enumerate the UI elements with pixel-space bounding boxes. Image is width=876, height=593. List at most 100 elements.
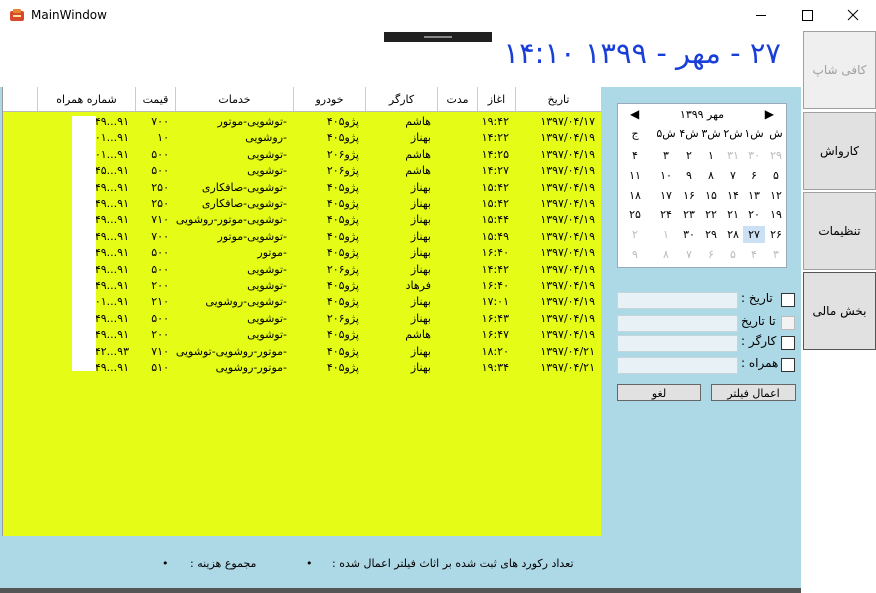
calendar-day[interactable]: ۹ [624,246,646,263]
cell-duration[interactable] [437,261,477,278]
phone-filter-checkbox[interactable] [781,358,795,372]
cell-date[interactable]: ۱۳۹۷/۰۴/۱۹ [515,228,601,245]
cell-car[interactable]: پژو۴۰۵ [293,293,365,310]
calendar-day[interactable]: ۱۱ [624,167,646,184]
cell-date[interactable]: ۱۳۹۷/۰۴/۱۹ [515,211,601,228]
cell-price[interactable]: ۲۵۰ [135,179,175,196]
to-date-filter-checkbox[interactable] [781,316,795,330]
cell-start[interactable]: ۱۴:۲۷ [477,162,515,179]
cell-duration[interactable] [437,195,477,212]
cell-duration[interactable] [437,244,477,261]
phone-filter-input[interactable] [617,357,738,374]
cell-worker[interactable]: بهناز [365,359,437,376]
cell-price[interactable]: ۱۰ [135,129,175,146]
date-filter-input[interactable] [617,292,738,309]
cell-car[interactable]: پژو۴۰۵ [293,129,365,146]
cell-price[interactable]: ۲۵۰ [135,195,175,212]
cell-services[interactable]: -توشویی [175,277,293,294]
cell-car[interactable]: پژو۴۰۵ [293,326,365,343]
apply-filter-button[interactable]: اعمال فیلتر [711,384,796,401]
cell-car[interactable]: پژو۲۰۶ [293,261,365,278]
close-button[interactable] [830,0,876,31]
cell-duration[interactable] [437,293,477,310]
next-month-icon[interactable]: ▶ [765,107,774,121]
calendar-day[interactable]: ۱۶ [678,187,700,204]
cell-price[interactable]: ۷۰۰ [135,113,175,130]
calendar-day[interactable]: ۹ [678,167,700,184]
cell-car[interactable]: پژو۴۰۵ [293,244,365,261]
calendar-day[interactable]: ۲۰ [743,206,765,223]
header-phone[interactable]: شماره همراه [37,87,135,111]
calendar-day[interactable]: ۳۱ [722,147,744,164]
date-picker-calendar[interactable]: مهر ۱۳۹۹ ◀ ▶ ش ۱ش ۲ش ۳ش ۴ش ۵ش ج ۲۹ ۳۰ ۳۱ ۱ ۲ ۳ ۴ ۵ ۶ ۷ ۸ ۹… [617,103,787,268]
cell-date[interactable]: ۱۳۹۷/۰۴/۱۹ [515,261,601,278]
minimize-button[interactable] [738,0,784,31]
cell-worker[interactable]: بهناز [365,293,437,310]
cell-services[interactable]: -موتور-روشویی-توشویی [175,343,293,360]
cell-services[interactable]: -توشویی [175,162,293,179]
calendar-day[interactable]: ۲۷ [743,226,765,244]
calendar-day[interactable]: ۶ [743,167,765,184]
calendar-day[interactable]: ۲۳ [678,206,700,223]
cell-worker[interactable]: فرهاد [365,277,437,294]
calendar-day[interactable]: ۲۹ [765,147,787,164]
calendar-day[interactable]: ۱۲ [765,187,787,204]
to-date-filter-input[interactable] [617,315,738,332]
calendar-day[interactable]: ۴ [624,147,646,164]
cell-date[interactable]: ۱۳۹۷/۰۴/۱۹ [515,179,601,196]
cell-price[interactable]: ۲۱۰ [135,293,175,310]
calendar-day[interactable]: ۳ [655,147,677,164]
cell-services[interactable]: -توشویی [175,146,293,163]
cell-date[interactable]: ۱۳۹۷/۰۴/۲۱ [515,359,601,376]
calendar-day[interactable]: ۵ [722,246,744,263]
cell-car[interactable]: پژو۴۰۵ [293,211,365,228]
cell-price[interactable]: ۵۱۰ [135,359,175,376]
cell-worker[interactable]: هاشم [365,113,437,130]
cell-services[interactable]: -توشویی [175,310,293,327]
header-car[interactable]: خودرو [293,87,365,111]
cell-duration[interactable] [437,228,477,245]
cell-worker[interactable]: هاشم [365,146,437,163]
cell-start[interactable]: ۱۷:۰۱ [477,293,515,310]
calendar-day[interactable]: ۲۱ [722,206,744,223]
cell-start[interactable]: ۱۴:۲۵ [477,146,515,163]
calendar-day[interactable]: ۲۶ [765,226,787,243]
cell-duration[interactable] [437,113,477,130]
sidebar-item-finance[interactable]: بخش مالی [803,272,876,350]
cell-date[interactable]: ۱۳۹۷/۰۴/۱۹ [515,244,601,261]
cell-date[interactable]: ۱۳۹۷/۰۴/۱۹ [515,146,601,163]
cell-start[interactable]: ۱۶:۴۳ [477,310,515,327]
calendar-day[interactable]: ۷ [722,167,744,184]
cell-worker[interactable]: بهناز [365,261,437,278]
calendar-day[interactable]: ۳۰ [678,226,700,243]
cell-car[interactable]: پژو۴۰۵ [293,359,365,376]
calendar-day[interactable]: ۱۷ [655,187,677,204]
cell-duration[interactable] [437,146,477,163]
header-services[interactable]: خدمات [175,87,293,111]
cell-date[interactable]: ۱۳۹۷/۰۴/۱۹ [515,310,601,327]
cell-date[interactable]: ۱۳۹۷/۰۴/۱۷ [515,113,601,130]
calendar-day[interactable]: ۱ [700,147,722,164]
cell-worker[interactable]: بهناز [365,195,437,212]
calendar-day[interactable]: ۱۳ [743,187,765,204]
header-start[interactable]: اغاز [477,87,515,111]
cell-price[interactable]: ۲۰۰ [135,277,175,294]
cell-duration[interactable] [437,359,477,376]
calendar-day[interactable]: ۳۰ [743,147,765,164]
cell-start[interactable]: ۱۹:۳۴ [477,359,515,376]
cell-services[interactable]: -توشویی [175,326,293,343]
cell-duration[interactable] [437,277,477,294]
calendar-day[interactable]: ۱۰ [655,167,677,184]
calendar-day[interactable]: ۲۸ [722,226,744,243]
cell-date[interactable]: ۱۳۹۷/۰۴/۲۱ [515,343,601,360]
cell-start[interactable]: ۱۶:۴۰ [477,277,515,294]
cell-duration[interactable] [437,179,477,196]
drag-handle[interactable] [384,32,492,42]
cell-services[interactable]: -موتور-روشویی [175,359,293,376]
cell-date[interactable]: ۱۳۹۷/۰۴/۱۹ [515,326,601,343]
cell-services[interactable]: -توشویی-موتور-روشویی [175,211,293,228]
cell-duration[interactable] [437,162,477,179]
cell-price[interactable]: ۷۱۰ [135,343,175,360]
calendar-day[interactable]: ۲ [624,226,646,243]
calendar-day[interactable]: ۸ [655,246,677,263]
